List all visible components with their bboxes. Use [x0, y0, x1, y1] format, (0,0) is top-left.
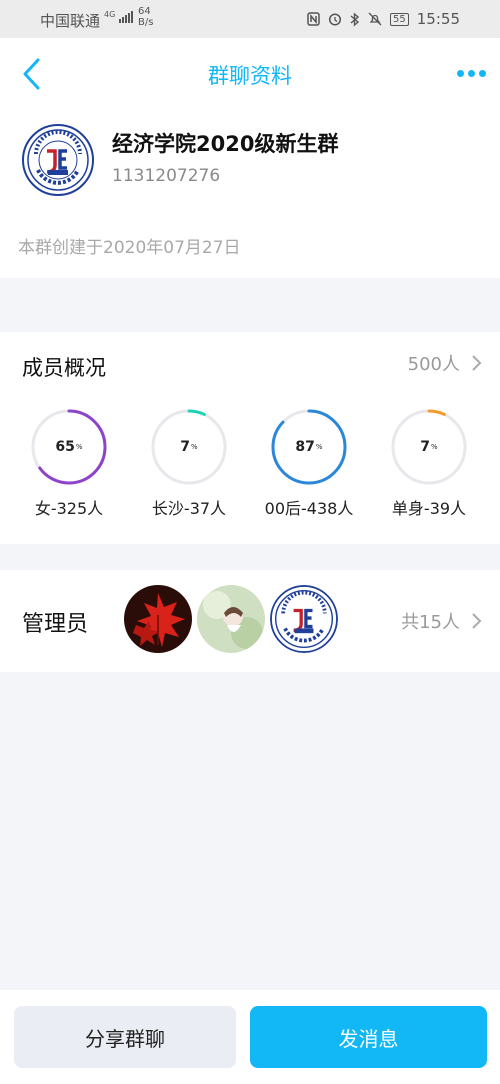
stat-label: 单身-39人	[391, 499, 467, 518]
alarm-icon	[328, 13, 342, 26]
status-bar: 中国联通 4G 64 B/s 55 15:55	[0, 0, 500, 38]
school-logo-icon	[270, 585, 338, 653]
stat-percent: 7	[180, 439, 191, 455]
member-stat[interactable]: 87% 00后-438人	[254, 408, 364, 519]
group-header: 经济学院2020级新生群 1131207276 本群创建于2020年07月27日	[0, 110, 500, 278]
speed-value: 64	[138, 6, 151, 17]
admin-count-link[interactable]: 共15人	[401, 608, 482, 634]
red-leaves-image	[124, 585, 192, 653]
more-button[interactable]	[457, 70, 486, 77]
stat-ring: 7%	[150, 408, 228, 486]
signal-icon	[119, 11, 134, 23]
member-overview-section: 成员概况 500人 65% 女-325人 7% 长沙-37人 87% 00后-4…	[0, 332, 500, 544]
stat-label: 长沙-37人	[151, 499, 227, 518]
avatar[interactable]	[270, 585, 338, 653]
admin-avatars	[124, 585, 338, 653]
stat-label: 女-325人	[34, 499, 104, 518]
bluetooth-icon	[350, 11, 360, 27]
school-logo-icon	[22, 124, 94, 196]
chevron-right-icon	[472, 613, 482, 629]
network-speed: 64 B/s	[138, 6, 153, 28]
network-type: 4G	[104, 10, 116, 19]
page-title: 群聊资料	[208, 64, 292, 88]
group-id: 1131207276	[112, 166, 221, 186]
stat-percent: 65	[55, 439, 75, 455]
avatar[interactable]	[124, 585, 192, 653]
mute-icon	[368, 12, 382, 26]
member-count-link[interactable]: 500人	[408, 350, 482, 376]
more-dot-icon	[457, 70, 464, 77]
member-stat[interactable]: 7% 单身-39人	[374, 408, 484, 519]
nfc-icon	[307, 12, 320, 26]
chevron-right-icon	[472, 355, 482, 371]
admins-section[interactable]: 管理员 共15人	[0, 570, 500, 672]
stat-label: 00后-438人	[264, 499, 354, 518]
group-avatar[interactable]	[22, 124, 94, 196]
stat-ring: 65%	[30, 408, 108, 486]
admins-title: 管理员	[22, 612, 89, 637]
avatar[interactable]	[197, 585, 265, 653]
more-dot-icon	[468, 70, 475, 77]
member-overview-title: 成员概况	[22, 356, 106, 380]
share-group-button[interactable]: 分享群聊	[14, 1006, 236, 1068]
stat-ring: 87%	[270, 408, 348, 486]
speed-unit: B/s	[138, 17, 154, 28]
group-name: 经济学院2020级新生群	[112, 132, 339, 156]
battery-icon: 55	[390, 12, 409, 26]
group-created-date: 本群创建于2020年07月27日	[18, 238, 241, 258]
admin-count: 共15人	[401, 612, 460, 633]
member-count: 500人	[407, 354, 460, 375]
member-stat[interactable]: 65% 女-325人	[14, 408, 124, 519]
stat-ring: 7%	[390, 408, 468, 486]
status-right: 55 15:55	[307, 10, 460, 28]
send-message-button[interactable]: 发消息	[250, 1006, 487, 1068]
stat-percent: 7	[420, 439, 431, 455]
stat-percent: 87	[295, 439, 315, 455]
more-dot-icon	[479, 70, 486, 77]
bottom-action-bar: 分享群聊 发消息	[0, 990, 500, 1084]
anime-character-image	[197, 585, 265, 653]
nav-bar: 群聊资料	[0, 38, 500, 110]
clock: 15:55	[416, 10, 460, 28]
member-stat[interactable]: 7% 长沙-37人	[134, 408, 244, 519]
carrier-label: 中国联通	[40, 12, 101, 30]
status-left: 中国联通 4G	[40, 10, 134, 31]
